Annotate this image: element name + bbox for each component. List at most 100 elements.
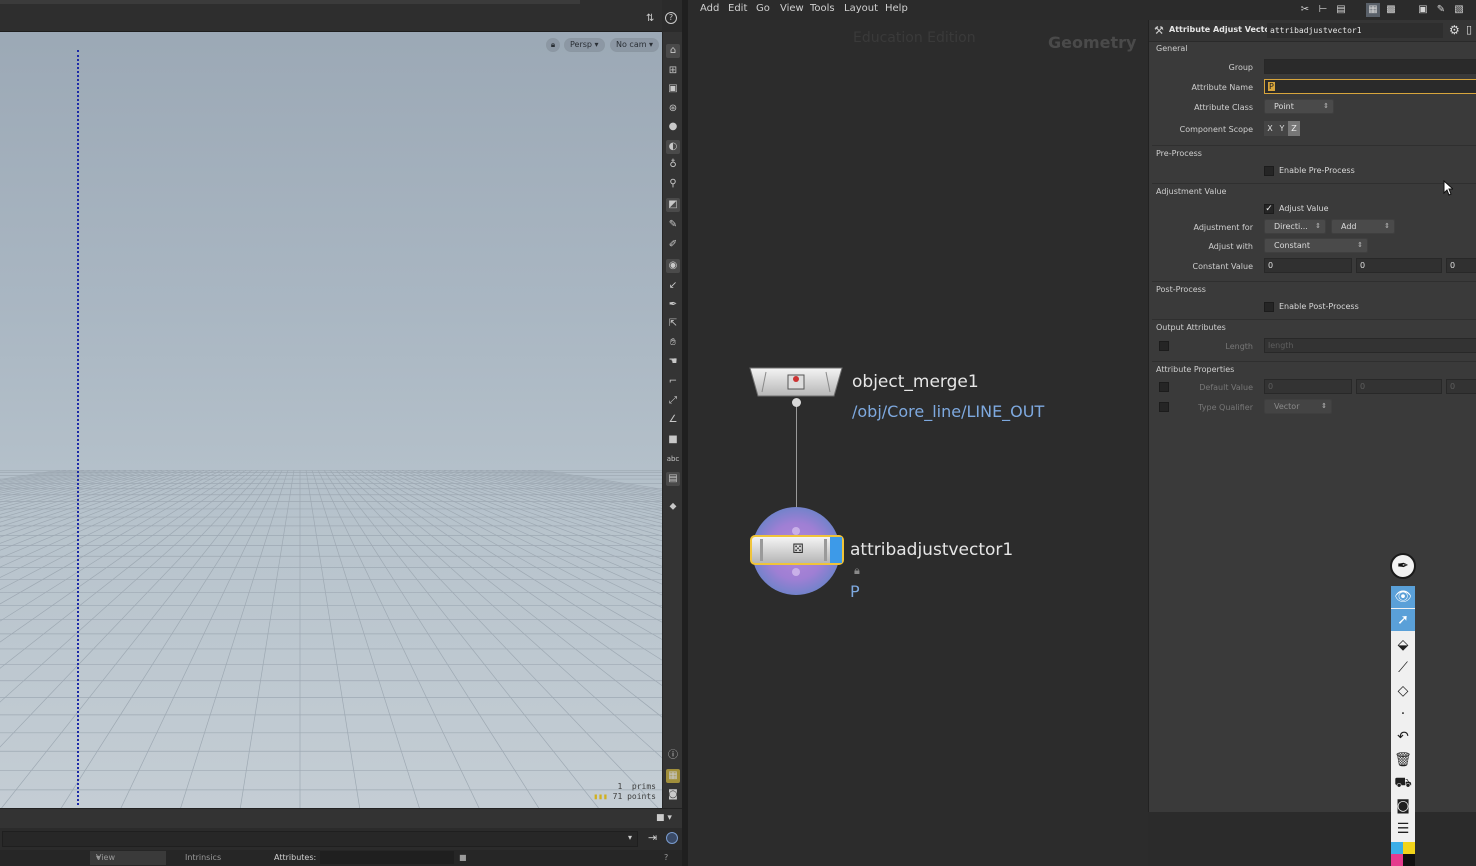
node-name-object-merge1[interactable]: object_merge1 (852, 372, 979, 392)
select-arrow-icon[interactable]: ➚ (1391, 609, 1415, 631)
intrinsics-tab[interactable]: Intrinsics (185, 850, 221, 866)
group-field[interactable] (1264, 59, 1476, 74)
output-connector[interactable] (792, 398, 801, 407)
snap-icon[interactable]: ⊞ (666, 64, 680, 78)
display-options-icon[interactable]: ⇅ (646, 13, 654, 24)
node-output-connector[interactable] (792, 568, 800, 576)
attribadjustvector-node[interactable]: ⚄ (750, 535, 844, 565)
node-name-attribadjustvector1[interactable]: attribadjustvector1 (850, 540, 1013, 560)
lock-icon[interactable]: ▣ (666, 82, 680, 96)
thumb-view-icon[interactable]: ▩ (1384, 3, 1398, 17)
cut-wire-icon[interactable]: ⟋ (1391, 657, 1415, 679)
constant-value-y[interactable]: 0 (1356, 258, 1442, 273)
help-icon-bottom[interactable]: ? (664, 850, 668, 866)
adjustment-op-dropdown[interactable]: Add ⇕ (1331, 219, 1395, 234)
menu-tools[interactable]: Tools (810, 3, 835, 14)
view-tool-icon[interactable]: ⌂ (666, 44, 680, 58)
menu-help[interactable]: Help (885, 3, 908, 14)
normals-icon[interactable]: ⇱ (666, 317, 680, 331)
light-icon[interactable]: ◐ (666, 140, 680, 154)
cube-icon[interactable]: ■ (666, 433, 680, 447)
enable-postprocess-checkbox[interactable] (1264, 302, 1274, 312)
persp-menu-button[interactable]: Persp ▾ (564, 38, 605, 52)
point-display-icon[interactable]: ◉ (666, 259, 680, 273)
tree-icon[interactable]: ⊢ (1316, 3, 1330, 17)
enable-preprocess-checkbox[interactable] (1264, 166, 1274, 176)
menu-layout[interactable]: Layout (844, 3, 878, 14)
pane-menu-icon[interactable]: ■ ▾ (656, 813, 672, 823)
attribute-class-dropdown[interactable]: Point ⇕ (1264, 99, 1334, 114)
image-icon[interactable]: ▤ (666, 472, 680, 486)
bulb-icon[interactable]: ♁ (666, 158, 680, 172)
scope-z-button[interactable]: Z (1288, 121, 1300, 136)
adjust-with-dropdown[interactable]: Constant ⇕ (1264, 238, 1368, 253)
pen-icon[interactable]: ✒ (666, 298, 680, 312)
gear-icon[interactable]: ⚙ (1449, 23, 1460, 37)
component-scope-toggle[interactable]: X Y Z (1264, 121, 1300, 136)
help-icon[interactable]: ? (665, 12, 677, 24)
grid-layout-icon[interactable]: ▦ (666, 769, 680, 783)
view-tab[interactable]: View ▾ (90, 851, 166, 865)
guide-icon[interactable]: ⌐ (666, 375, 680, 389)
menu-add[interactable]: Add (700, 3, 719, 14)
length-field[interactable]: length (1264, 338, 1476, 353)
lock-camera-icon[interactable]: 🔒︎ (546, 38, 560, 52)
clipboard-icon[interactable]: ☰ (1391, 818, 1415, 840)
scene-viewport[interactable]: 1 prims ▮▮▮ 71 points 🔒︎ Persp ▾ No cam … (0, 0, 662, 808)
snapshot-icon[interactable]: ◙ (666, 788, 680, 802)
edit-notes-icon[interactable]: ✎ (1434, 3, 1448, 17)
scope-x-button[interactable]: X (1264, 121, 1276, 136)
brush-icon[interactable]: ✎ (666, 218, 680, 232)
type-qualifier-dropdown[interactable]: Vector ⇕ (1264, 399, 1332, 414)
adjustment-for-dropdown[interactable]: Directi... ⇕ (1264, 219, 1326, 234)
expand-icon[interactable]: ⤢ (666, 394, 680, 408)
attribute-name-field[interactable]: P (1264, 79, 1476, 94)
text-icon[interactable]: abc (666, 452, 680, 466)
filter-icon[interactable]: ■ (459, 850, 467, 866)
network-editor[interactable]: Education Edition Geometry object_merge1… (688, 20, 1148, 866)
angle-icon[interactable]: ∠ (666, 413, 680, 427)
curve-icon[interactable]: ↙ (666, 279, 680, 293)
trash-icon[interactable]: 🗑︎ (1391, 749, 1415, 771)
eye-icon[interactable]: 👁︎ (1391, 586, 1415, 608)
attributes-filter-input[interactable] (320, 851, 454, 864)
notes-icon[interactable]: ▣ (1416, 3, 1430, 17)
cart-icon[interactable]: ⛟ (1391, 772, 1415, 794)
dot-icon[interactable]: · (1391, 703, 1415, 725)
constant-value-z[interactable]: 0 (1446, 258, 1476, 273)
list-icon[interactable]: ▤ (1334, 3, 1348, 17)
camera-icon[interactable]: ◙ (1391, 795, 1415, 817)
grid-view-icon[interactable]: ▦ (1366, 3, 1380, 17)
menu-edit[interactable]: Edit (728, 3, 747, 14)
dropdown-arrow-icon[interactable]: ▾ (628, 833, 632, 842)
marker-icon[interactable]: ⬥ (666, 500, 680, 514)
pin-icon-small[interactable]: ⇥ (648, 831, 657, 844)
image-icon-top[interactable]: ▧ (1452, 3, 1466, 17)
default-value-z[interactable]: 0 (1446, 379, 1476, 394)
lock-node-icon[interactable]: 🔒︎ (854, 564, 860, 578)
paint-icon[interactable]: ✐ (666, 238, 680, 252)
color-palette-icon[interactable] (1391, 842, 1415, 866)
sphere-icon[interactable]: ● (666, 120, 680, 134)
object-merge-node[interactable] (748, 366, 844, 400)
default-value-y[interactable]: 0 (1356, 379, 1442, 394)
scope-y-button[interactable]: Y (1276, 121, 1288, 136)
camera-menu-button[interactable]: No cam ▾ (610, 38, 660, 52)
adjust-value-checkbox[interactable]: ✓ (1264, 204, 1274, 214)
help-param-icon[interactable]: ▯ (1466, 23, 1472, 36)
key-icon[interactable]: ⚲ (666, 177, 680, 191)
menu-go[interactable]: Go (756, 3, 770, 14)
link-icon[interactable] (666, 832, 678, 844)
undo-icon[interactable]: ↶ (1391, 726, 1415, 748)
default-value-x[interactable]: 0 (1264, 379, 1352, 394)
eraser-icon[interactable]: ◇ (1391, 680, 1415, 702)
info-icon[interactable]: ⓘ (666, 749, 680, 763)
input-connector[interactable] (792, 527, 800, 535)
target-icon[interactable]: ⊛ (666, 102, 680, 116)
tools-icon[interactable]: ✂ (1298, 3, 1312, 17)
menu-view[interactable]: View (780, 3, 804, 14)
node-name-field[interactable]: attribadjustvector1 (1267, 23, 1443, 38)
tag-icon[interactable]: ⬙ (1391, 634, 1415, 656)
hand-icon[interactable]: ✋︎ (666, 336, 680, 350)
constant-value-x[interactable]: 0 (1264, 258, 1352, 273)
